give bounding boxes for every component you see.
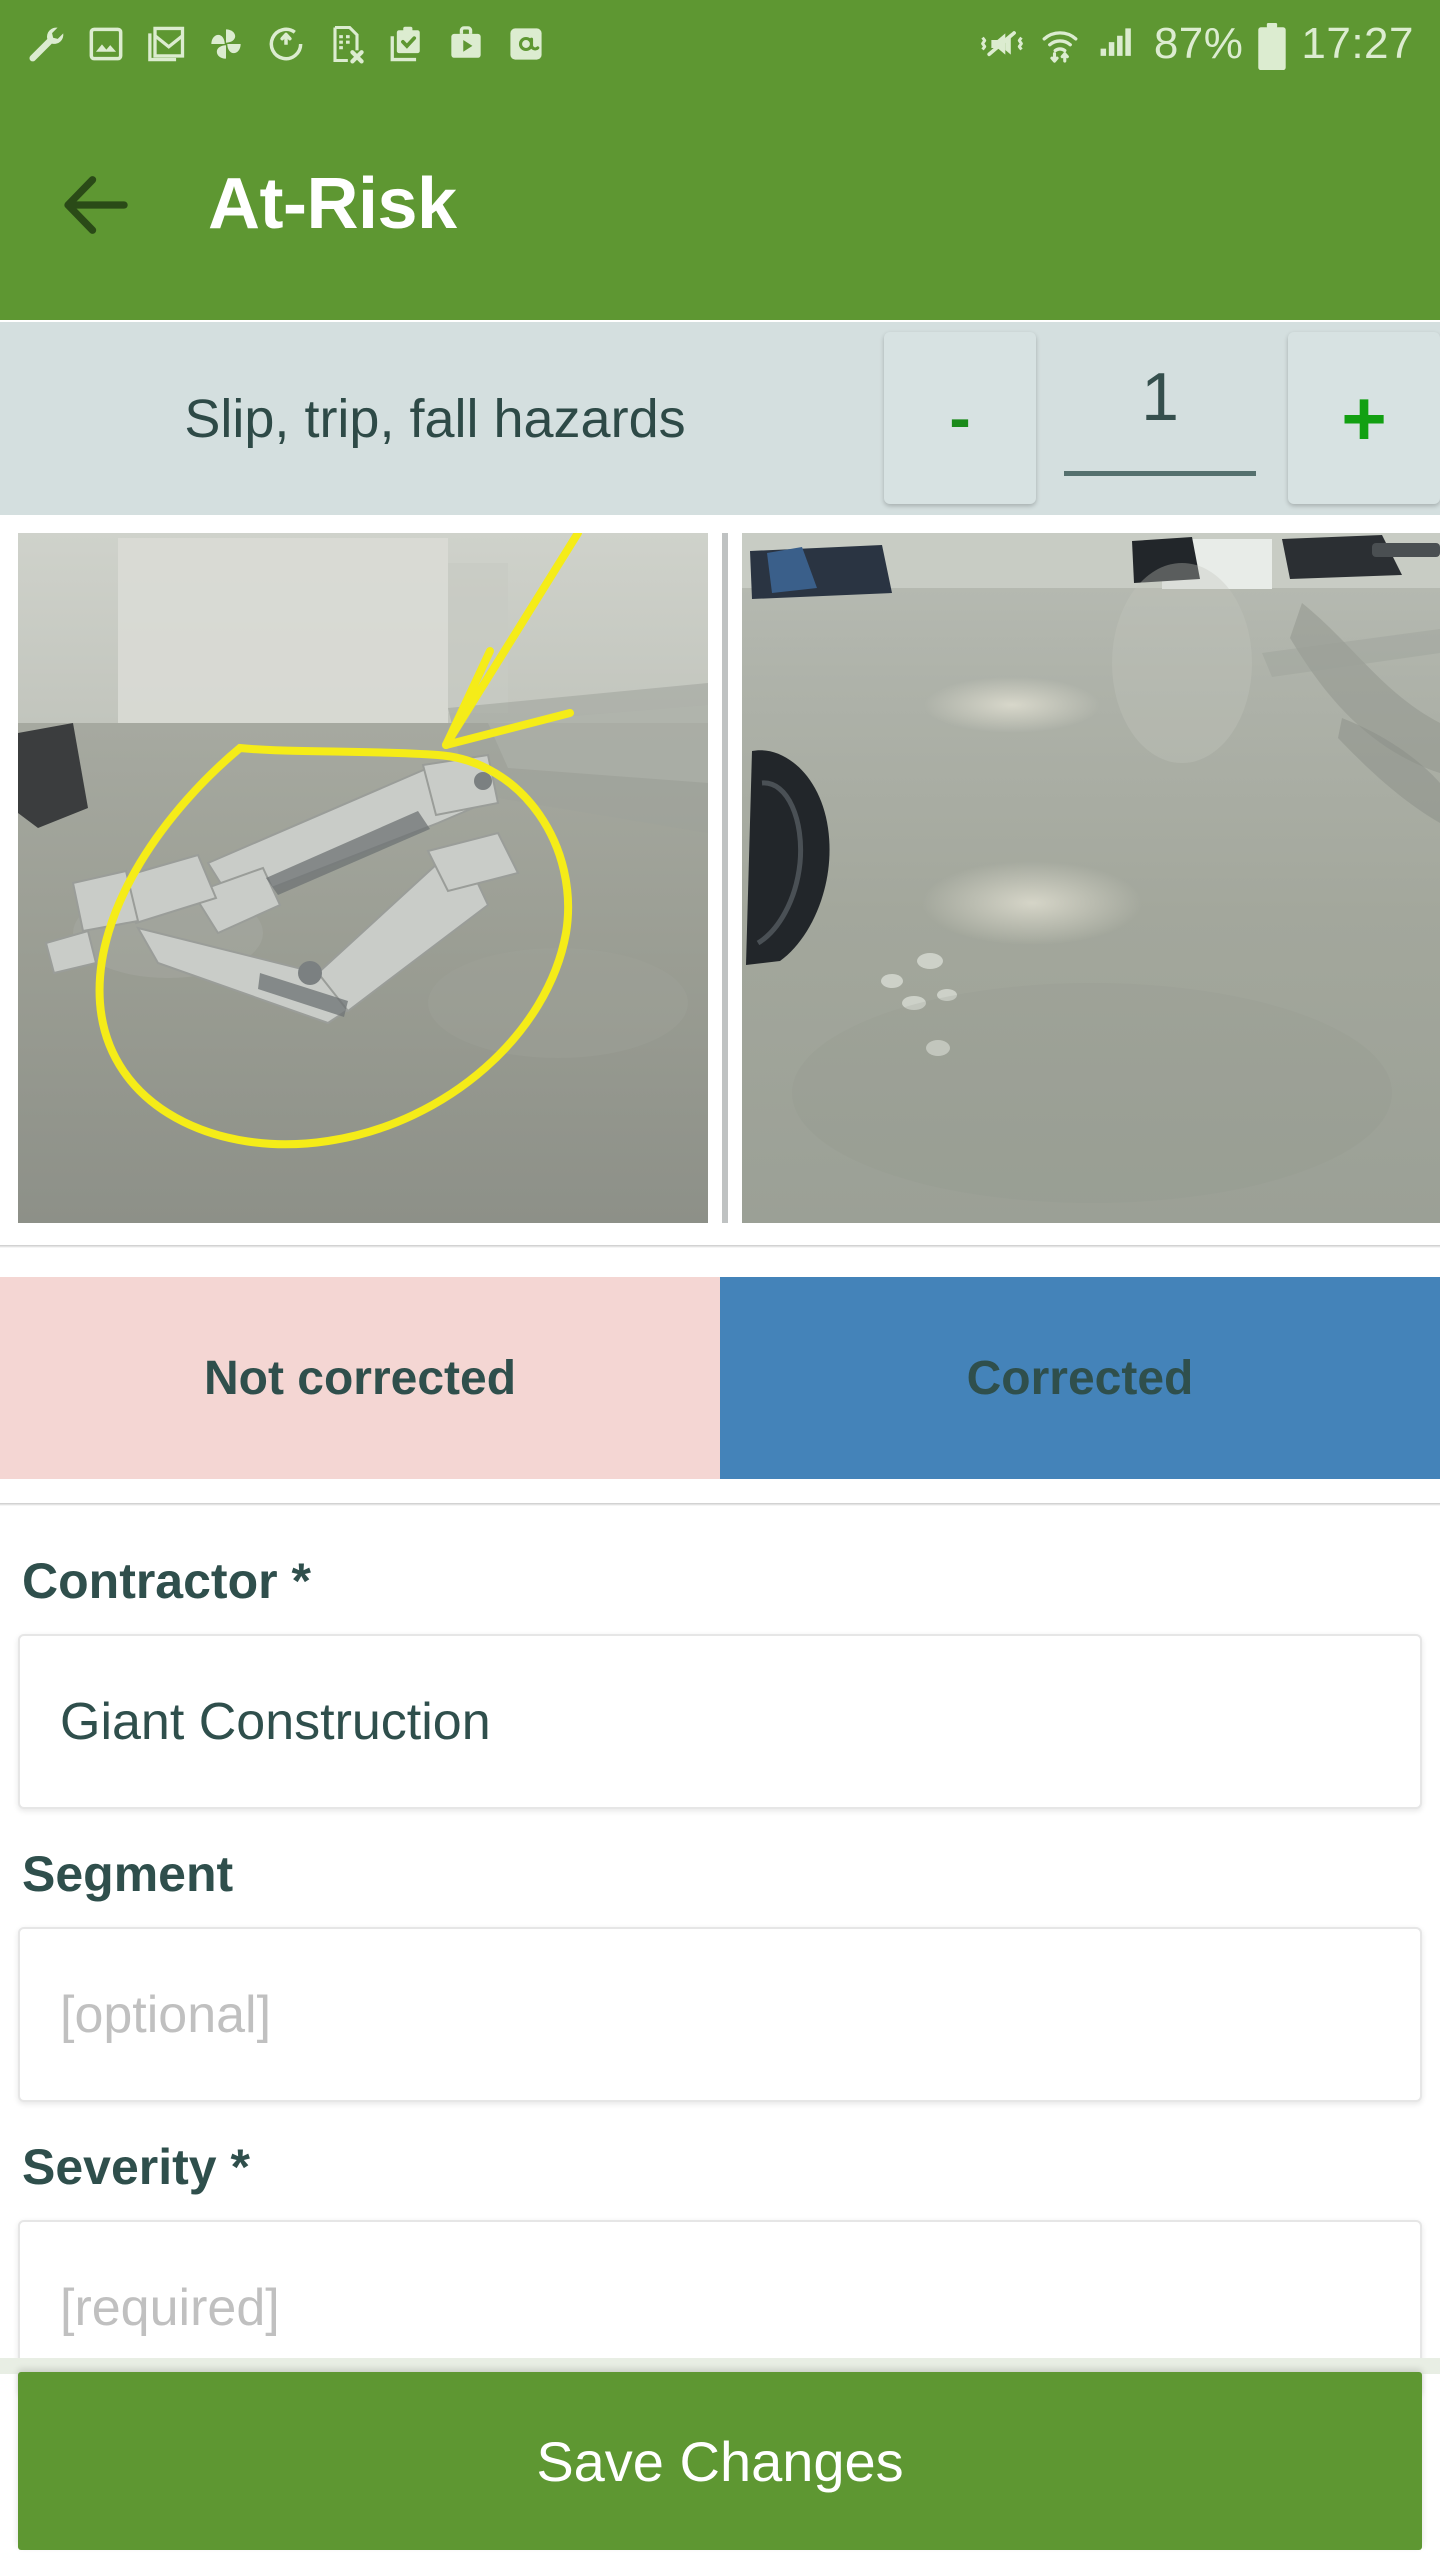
hazard-photo-corrected[interactable] xyxy=(742,533,1440,1223)
decrement-button[interactable]: - xyxy=(884,332,1036,504)
email-at-icon xyxy=(504,22,548,66)
pinwheel-icon xyxy=(204,22,248,66)
corrected-photo-graphic xyxy=(742,533,1440,1223)
hazard-counter-row: Slip, trip, fall hazards - 1 + xyxy=(0,322,1440,515)
battery-percent-label: 87% xyxy=(1153,19,1244,68)
hazard-type-label: Slip, trip, fall hazards xyxy=(184,388,686,449)
status-bar-right-icons: 87% 17:27 xyxy=(980,19,1440,71)
mute-vibrate-icon xyxy=(980,22,1024,66)
section-divider-toggle xyxy=(0,1503,1440,1506)
hazard-photo-annotated[interactable] xyxy=(18,533,708,1223)
clipboard-check-icon xyxy=(384,22,428,66)
wifi-icon xyxy=(1038,22,1082,66)
plus-icon: + xyxy=(1341,373,1387,462)
sync-icon xyxy=(264,22,308,66)
minus-icon: - xyxy=(949,382,971,454)
segment-label: Segment xyxy=(22,1846,234,1902)
page-title: At-Risk xyxy=(208,164,457,244)
work-play-store-icon xyxy=(444,22,488,66)
corrected-button[interactable]: Corrected xyxy=(720,1277,1440,1479)
annotated-photo-graphic xyxy=(18,533,708,1223)
correction-status-toggle: Not corrected Corrected xyxy=(0,1277,1440,1479)
save-changes-button[interactable]: Save Changes xyxy=(18,2372,1422,2550)
severity-placeholder: [required] xyxy=(60,2278,280,2337)
details-form: Contractor * Giant Construction Segment … xyxy=(0,1522,1440,2402)
back-button[interactable] xyxy=(48,160,144,250)
field-segment: Segment [optional] xyxy=(18,1815,1422,2102)
segment-input[interactable]: [optional] xyxy=(18,1927,1422,2102)
increment-button[interactable]: + xyxy=(1288,332,1440,504)
back-arrow-icon xyxy=(54,163,138,247)
gmail-icon xyxy=(144,22,188,66)
app-bar: At-Risk xyxy=(0,88,1440,320)
segment-placeholder: [optional] xyxy=(60,1985,272,2044)
contractor-input[interactable]: Giant Construction xyxy=(18,1634,1422,1809)
photo-divider xyxy=(718,533,732,1223)
severity-label: Severity * xyxy=(22,2139,250,2195)
field-severity: Severity * [required] xyxy=(18,2108,1422,2395)
sim-card-error-icon xyxy=(324,22,368,66)
not-corrected-button[interactable]: Not corrected xyxy=(0,1277,720,1479)
section-divider-photos xyxy=(0,1245,1440,1248)
contractor-value: Giant Construction xyxy=(60,1692,491,1751)
status-bar: 87% 17:27 xyxy=(0,0,1440,88)
field-contractor: Contractor * Giant Construction xyxy=(18,1522,1422,1809)
wrench-icon xyxy=(24,22,68,66)
counter-value: 1 xyxy=(1141,359,1179,435)
counter-value-field[interactable]: 1 xyxy=(1050,332,1270,504)
cell-signal-icon xyxy=(1096,22,1140,66)
clock-label: 17:27 xyxy=(1301,19,1414,68)
photo-gallery xyxy=(0,533,1440,1223)
battery-icon xyxy=(1257,23,1287,71)
status-bar-left-icons xyxy=(0,22,548,66)
photo-icon xyxy=(84,22,128,66)
contractor-label: Contractor * xyxy=(22,1553,311,1609)
counter-underline xyxy=(1064,471,1256,476)
